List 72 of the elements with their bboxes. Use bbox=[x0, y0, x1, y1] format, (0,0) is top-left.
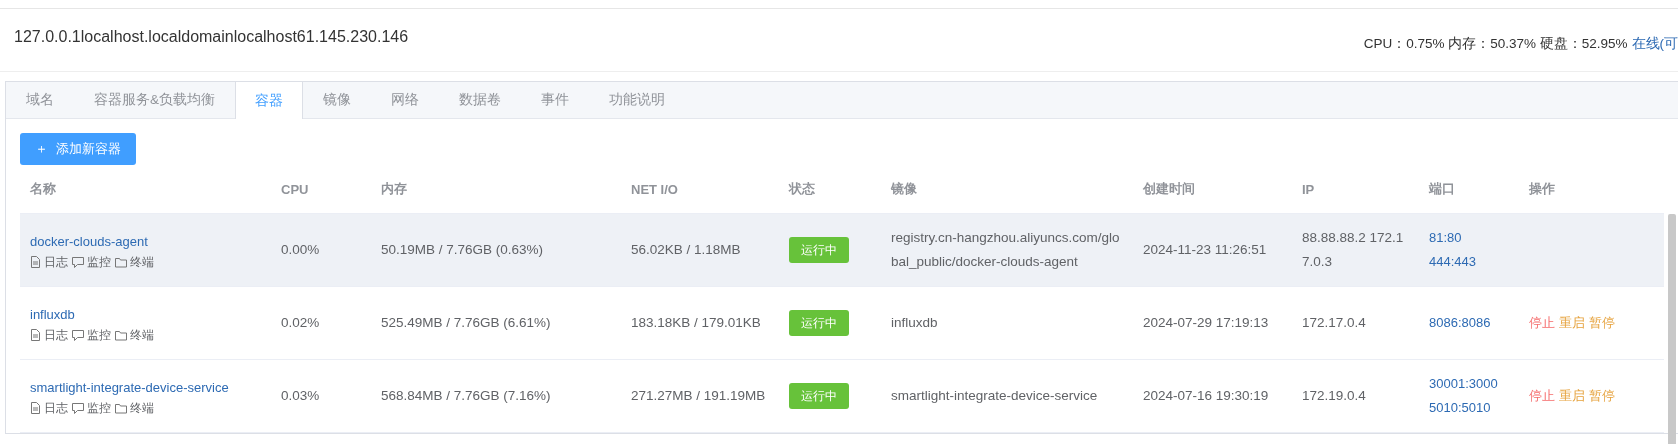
port-link[interactable]: 444:443 bbox=[1429, 250, 1509, 274]
column-header: 内存 bbox=[380, 180, 408, 198]
chat-icon bbox=[72, 256, 84, 268]
port-link[interactable]: 81:80 bbox=[1429, 226, 1509, 250]
container-action-link[interactable]: 监控 bbox=[72, 326, 111, 344]
folder-icon bbox=[115, 402, 127, 414]
status-tag: 运行中 bbox=[789, 237, 849, 263]
table-cell-text: 525.49MB / 7.76GB (6.61%) bbox=[380, 314, 552, 332]
table-cell-text: 50.19MB / 7.76GB (0.63%) bbox=[380, 241, 545, 259]
column-header: 镜像 bbox=[890, 180, 918, 198]
document-icon bbox=[30, 402, 41, 414]
row-action-link[interactable]: 停止 bbox=[1529, 314, 1555, 332]
table-cell-text: 0.03% bbox=[280, 387, 321, 405]
column-header: IP bbox=[1301, 181, 1316, 197]
table-cell-text: 0.02% bbox=[280, 314, 321, 332]
table-cell-text: 2024-07-29 17:19:13 bbox=[1142, 314, 1270, 332]
tab[interactable]: 事件 bbox=[521, 82, 589, 118]
chat-icon bbox=[72, 329, 84, 341]
container-action-link[interactable]: 终端 bbox=[115, 326, 154, 344]
container-name-link[interactable]: smartlight-integrate-device-service bbox=[30, 375, 261, 400]
container-action-link[interactable]: 监控 bbox=[72, 399, 111, 417]
table-cell-text: 172.19.0.4 bbox=[1301, 387, 1367, 405]
status-tag: 运行中 bbox=[789, 310, 849, 336]
container-action-link[interactable]: 终端 bbox=[115, 253, 154, 271]
container-action-link[interactable]: 监控 bbox=[72, 253, 111, 271]
tab[interactable]: 网络 bbox=[371, 82, 439, 118]
host-title: 127.0.0.1localhost.localdomainlocalhost61.145.230.146 bbox=[14, 28, 409, 46]
chat-icon bbox=[72, 402, 84, 414]
tab[interactable]: 数据卷 bbox=[439, 82, 521, 118]
table-cell-text: 568.84MB / 7.76GB (7.16%) bbox=[380, 387, 552, 405]
table-cell-text: 172.17.0.4 bbox=[1301, 314, 1367, 332]
document-icon bbox=[30, 256, 41, 268]
column-header: 名称 bbox=[29, 180, 57, 198]
resource-stats: CPU：0.75% 内存：50.37% 硬盘：52.95% bbox=[1363, 35, 1628, 53]
table-cell-text: 88.88.88.2 172.17.0.3 bbox=[1301, 229, 1405, 271]
table-cell-text: 2024-11-23 11:26:51 bbox=[1142, 241, 1268, 259]
container-action-link[interactable]: 日志 bbox=[30, 253, 68, 271]
document-icon bbox=[30, 329, 41, 341]
tab[interactable]: 域名 bbox=[6, 82, 74, 118]
column-header: 操作 bbox=[1528, 180, 1556, 198]
port-link[interactable]: 8086:8086 bbox=[1429, 311, 1509, 335]
table-cell-text: influxdb bbox=[890, 314, 939, 332]
table-cell-text: 183.18KB / 179.01KB bbox=[630, 314, 762, 332]
table-cell-text: 2024-07-16 19:30:19 bbox=[1142, 387, 1270, 405]
column-header: 创建时间 bbox=[1142, 180, 1196, 198]
container-action-link[interactable]: 日志 bbox=[30, 326, 68, 344]
column-header: CPU bbox=[280, 181, 310, 197]
container-name-link[interactable]: influxdb bbox=[30, 302, 261, 327]
container-name-link[interactable]: docker-clouds-agent bbox=[30, 229, 261, 254]
row-action-link[interactable]: 停止 bbox=[1529, 387, 1555, 405]
column-header: 状态 bbox=[787, 180, 816, 198]
table-cell-text: registry.cn-hangzhou.aliyuncs.com/global_public/docker-clouds-agent bbox=[890, 229, 1121, 271]
port-link[interactable]: 5010:5010 bbox=[1429, 396, 1509, 420]
column-header: NET I/O bbox=[630, 181, 679, 197]
folder-icon bbox=[115, 256, 127, 268]
tab[interactable]: 容器服务&负载均衡 bbox=[74, 82, 235, 118]
container-action-link[interactable]: 终端 bbox=[115, 399, 154, 417]
scrollbar[interactable] bbox=[1668, 214, 1676, 444]
tab[interactable]: 功能说明 bbox=[589, 82, 685, 118]
table-cell-text: 0.00% bbox=[280, 241, 321, 259]
tab[interactable]: 镜像 bbox=[303, 82, 371, 118]
container-action-link[interactable]: 日志 bbox=[30, 399, 68, 417]
column-header: 端口 bbox=[1427, 180, 1456, 198]
add-container-button[interactable]: ＋ 添加新容器 bbox=[20, 133, 136, 165]
table-cell-text: 271.27MB / 191.19MB bbox=[630, 387, 767, 405]
tab[interactable]: 容器 bbox=[235, 82, 303, 119]
folder-icon bbox=[115, 329, 127, 341]
table-cell-text: 56.02KB / 1.18MB bbox=[630, 241, 742, 259]
table-cell-text: smartlight-integrate-device-service bbox=[890, 387, 1099, 405]
status-tag: 运行中 bbox=[789, 383, 849, 409]
status-link[interactable]: 在线(可 bbox=[1631, 35, 1678, 53]
port-link[interactable]: 30001:3000 bbox=[1429, 372, 1509, 396]
